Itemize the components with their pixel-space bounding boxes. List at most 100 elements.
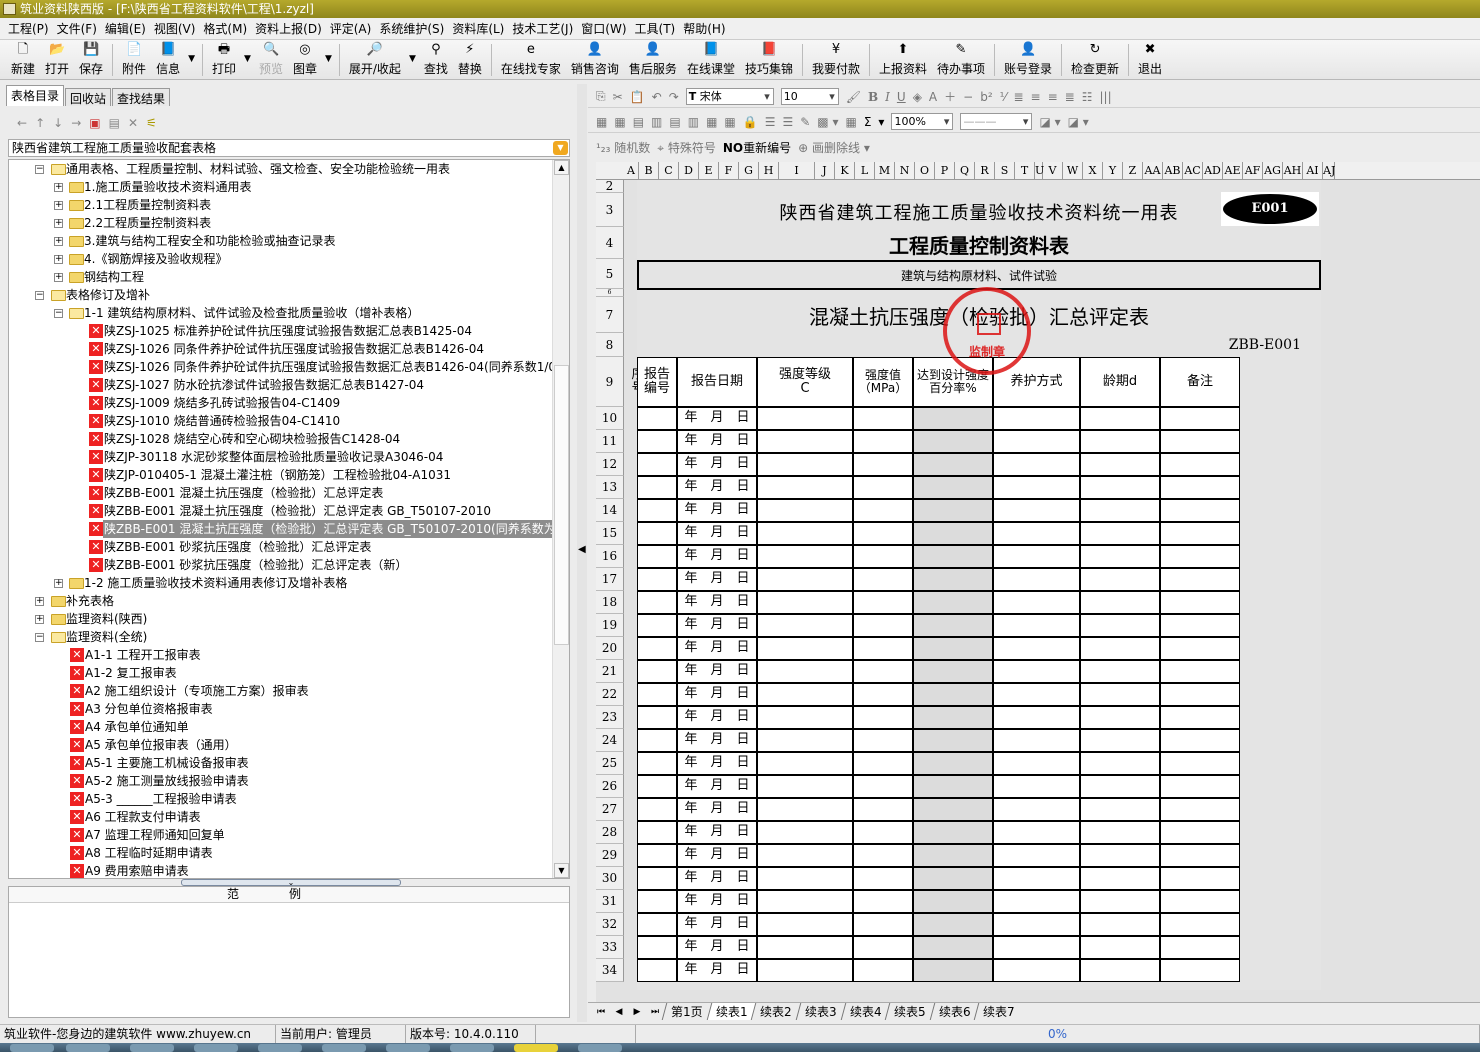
column-header-cell[interactable]: AE [1223,162,1243,179]
column-header-cell[interactable]: L [855,162,875,179]
toolbar-button[interactable]: e在线找专家 [496,40,566,78]
toolbar-button[interactable]: ⚲查找 [419,40,453,78]
table-cell[interactable] [757,545,853,568]
toolbar-button[interactable]: ↻检查更新 [1066,40,1124,78]
tree-item[interactable]: ✕陕ZSJ-1028 烧结空心砖和空心砌块检验报告C1428-04 [9,430,549,448]
tree-item[interactable]: ✕陕ZSJ-1009 烧结多孔砖试验报告04-C1409 [9,394,549,412]
table-cell[interactable] [853,545,913,568]
table-cell[interactable]: 年 月 日 [677,522,757,545]
border2-icon[interactable]: ◪ ▾ [1068,115,1089,129]
tree-item[interactable]: −1-1 建筑结构原材料、试件试验及检查批质量验收（增补表格） [9,304,549,322]
table-cell[interactable] [637,545,677,568]
border-icon[interactable]: ◪ ▾ [1039,115,1060,129]
toolbar-button[interactable]: ◎图章 [288,40,322,78]
strikethrough-button[interactable]: ⊕ 画删除线 ▾ [798,139,870,156]
table-cell[interactable] [757,913,853,936]
taskbar-app-icon[interactable] [130,1044,174,1052]
table-cell[interactable] [1160,522,1240,545]
column-header-cell[interactable]: T [1015,162,1035,179]
menu-item[interactable]: 帮助(H) [679,20,729,37]
table-cell[interactable] [853,591,913,614]
table-cell[interactable] [993,499,1080,522]
table-cell[interactable] [757,890,853,913]
table-cell[interactable] [853,660,913,683]
tree-item[interactable]: −通用表格、工程质量控制、材料试验、强文检查、安全功能检验统一用表 [9,160,549,178]
column-header-cell[interactable]: X [1083,162,1103,179]
toolbar-button[interactable]: 👤销售咨询 [566,40,624,78]
expand-icon[interactable]: + [54,273,63,282]
tree-item[interactable]: +2.1工程质量控制资料表 [9,196,549,214]
table-cell[interactable] [1080,913,1160,936]
table-cell[interactable] [1080,844,1160,867]
tree-item[interactable]: ✕陕ZBB-E001 砂浆抗压强度（检验批）汇总评定表 [9,538,549,556]
tree-item[interactable]: ✕A1-1 工程开工报审表 [9,646,549,664]
table-cell[interactable] [637,637,677,660]
special-symbol-button[interactable]: ⌖ 特殊符号 [657,139,716,156]
indent-icon[interactable]: ☰ [782,115,793,129]
table-cell[interactable] [993,522,1080,545]
column-header-cell[interactable]: J [815,162,835,179]
align-left-icon[interactable]: ≣ [1013,90,1023,104]
taskbar-app-icon[interactable] [194,1044,238,1052]
toolbar-button[interactable]: 🖶打印 [207,40,241,78]
row-header[interactable]: 15 [596,522,624,545]
collapse-icon[interactable]: − [35,291,44,300]
row-header[interactable]: 16 [596,545,624,568]
taskbar-app-icon[interactable] [322,1044,366,1052]
column-header-cell[interactable]: O [915,162,935,179]
table-cell[interactable] [1080,476,1160,499]
table-cell[interactable] [913,545,993,568]
table-cell[interactable]: 年 月 日 [677,913,757,936]
toolbar-button[interactable]: 🔍预览 [254,40,288,78]
table-cell[interactable] [1080,453,1160,476]
scroll-thumb[interactable] [554,365,569,645]
table-cell[interactable] [913,568,993,591]
column-header-cell[interactable]: AB [1163,162,1183,179]
minus-icon[interactable]: − [963,90,973,104]
row-header[interactable]: 7 [596,297,624,333]
table-cell[interactable] [993,614,1080,637]
dropdown-arrow-icon[interactable]: ▼ [406,40,419,64]
format-painter-icon[interactable]: 🖌 [846,90,861,104]
delete-row-icon[interactable]: ▤ [669,115,680,129]
taskbar-app-icon[interactable] [578,1044,622,1052]
table-cell[interactable] [757,407,853,430]
table-cell[interactable]: 年 月 日 [677,453,757,476]
next-sheet-icon[interactable]: ▶ [628,1007,646,1017]
taskbar-app-icon[interactable] [258,1044,302,1052]
toolbar-button[interactable]: 📘信息 [151,40,185,78]
table-cell[interactable] [637,775,677,798]
table-cell[interactable] [1080,959,1160,982]
row-header[interactable]: 26 [596,775,624,798]
tree-item[interactable]: ✕陕ZSJ-1027 防水砼抗渗试件试验报告数据汇总表B1427-04 [9,376,549,394]
table-cell[interactable]: 年 月 日 [677,545,757,568]
menu-item[interactable]: 系统维护(S) [375,20,448,37]
column-header-cell[interactable]: I [779,162,815,179]
tree-item[interactable]: ✕A5-3 ______工程报验申请表 [9,790,549,808]
clear-icon[interactable]: ✎ [800,115,810,129]
table2-icon[interactable]: ▦ [724,115,735,129]
table-cell[interactable] [853,775,913,798]
toolbar-button[interactable]: ✖退出 [1133,40,1167,78]
table-cell[interactable] [1080,936,1160,959]
row-header[interactable]: 27 [596,798,624,821]
cell-shade-icon[interactable]: ▩ ▾ [817,115,838,129]
tree-item[interactable]: ✕陕ZSJ-1026 同条件养护砼试件抗压强度试验报告数据汇总表B1426-04… [9,358,549,376]
column-header-cell[interactable]: B [639,162,659,179]
tree-item[interactable]: ✕陕ZBB-E001 混凝土抗压强度（检验批）汇总评定表 GB_T50107-2… [9,502,549,520]
menu-item[interactable]: 资料库(L) [448,20,508,37]
tree-item[interactable]: ✕陕ZSJ-1010 烧结普通砖检验报告04-C1410 [9,412,549,430]
tree-item[interactable]: ✕陕ZBB-E001 混凝土抗压强度（检验批）汇总评定表 [9,484,549,502]
table-cell[interactable] [913,821,993,844]
distribute-icon[interactable]: ☷ [1082,90,1093,104]
table-cell[interactable] [853,407,913,430]
insert-col-icon[interactable]: ▥ [651,115,662,129]
table-cell[interactable] [993,453,1080,476]
table-cell[interactable] [853,936,913,959]
column-header-cell[interactable]: S [995,162,1015,179]
menu-item[interactable]: 工程(P) [4,20,53,37]
table-cell[interactable]: 年 月 日 [677,959,757,982]
scroll-up-icon[interactable]: ▲ [554,160,569,175]
toolbar-button[interactable]: 📂打开 [40,40,74,78]
table-cell[interactable] [913,752,993,775]
